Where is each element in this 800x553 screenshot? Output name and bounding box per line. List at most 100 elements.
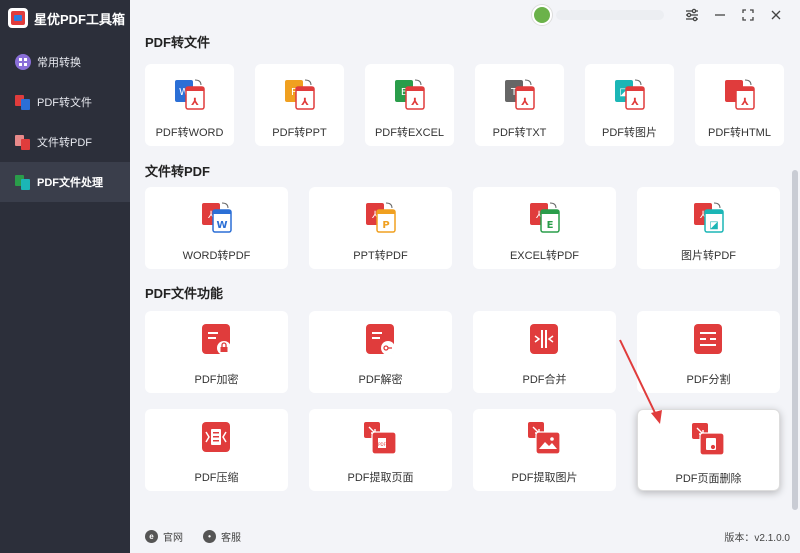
- sidebar-item-label: PDF转文件: [37, 97, 92, 109]
- version-label: 版本：v2.1.0.0: [724, 533, 790, 544]
- tool-card-label: 图片转PDF: [681, 250, 736, 262]
- tool-card[interactable]: T ⅄ PDF转TXT: [475, 64, 564, 146]
- pdf-functions-grid-row1: PDF加密 PDF解密 PDF合并 PDF分割: [145, 311, 800, 393]
- svg-text:⅄: ⅄: [631, 97, 639, 108]
- pdf-convert-icon: T ⅄: [503, 76, 537, 112]
- maximize-icon[interactable]: [734, 3, 762, 27]
- footer: e 官网 • 客服 版本：v2.1.0.0: [130, 520, 800, 553]
- sliders-icon[interactable]: [678, 3, 706, 27]
- user-name-redacted: [556, 10, 664, 20]
- svg-text:W: W: [216, 220, 227, 231]
- support-label: 客服: [221, 533, 241, 544]
- tool-card[interactable]: PDF PDF提取页面: [309, 409, 452, 491]
- pdf-delete-page-icon: [690, 422, 728, 458]
- tool-card-label: WORD转PDF: [182, 250, 251, 262]
- sidebar-item-label: PDF文件处理: [37, 177, 103, 189]
- minimize-icon[interactable]: [706, 3, 734, 27]
- tool-card[interactable]: PDF分割: [637, 311, 780, 393]
- svg-text:⅄: ⅄: [411, 97, 419, 108]
- pdf-convert-icon: W ⅄: [173, 76, 207, 112]
- tool-card-label: PDF转EXCEL: [374, 127, 445, 139]
- close-icon[interactable]: [762, 3, 790, 27]
- file-to-pdf-grid: ⅄ W WORD转PDF ⅄ P PPT转PDF ⅄ E EXCEL转PDF ⅄…: [145, 187, 800, 269]
- file-convert-icon: ⅄ W: [200, 199, 234, 235]
- chat-bubble-icon: •: [203, 530, 216, 543]
- section-title-pdf-to-file: PDF转文件: [145, 34, 211, 50]
- website-link[interactable]: e 官网: [145, 529, 183, 544]
- tool-card-label: PDF解密: [358, 374, 403, 386]
- tool-card[interactable]: PDF解密: [309, 311, 452, 393]
- tool-card-label: PDF加密: [194, 374, 239, 386]
- tool-card[interactable]: ⅄ E EXCEL转PDF: [473, 187, 616, 269]
- pdf-convert-icon: P ⅄: [283, 76, 317, 112]
- svg-text:PDF: PDF: [378, 442, 386, 447]
- svg-text:⅄: ⅄: [521, 97, 529, 108]
- pdf-compress-icon: [198, 421, 236, 457]
- website-label: 官网: [163, 533, 183, 544]
- file-convert-icon: ⅄ ◪: [692, 199, 726, 235]
- tool-card[interactable]: PDF提取图片: [473, 409, 616, 491]
- file-to-pdf-icon: [14, 133, 32, 151]
- tool-card[interactable]: PDF合并: [473, 311, 616, 393]
- tool-card-label: PDF转WORD: [155, 127, 224, 139]
- app-brand: 星优PDF工具箱: [0, 0, 130, 36]
- user-account[interactable]: [532, 5, 664, 25]
- svg-text:⅄: ⅄: [191, 97, 199, 108]
- title-bar: [130, 0, 800, 30]
- tool-card[interactable]: ⅄ PDF转HTML: [695, 64, 784, 146]
- tool-card[interactable]: E ⅄ PDF转EXCEL: [365, 64, 454, 146]
- tool-card-label: EXCEL转PDF: [509, 250, 580, 262]
- tool-card-label: PDF转TXT: [492, 127, 547, 139]
- pdf-extract-page-icon: PDF: [362, 421, 400, 457]
- sidebar-item-file-to-pdf[interactable]: 文件转PDF: [0, 122, 130, 162]
- pdf-to-file-grid: W ⅄ PDF转WORD P ⅄ PDF转PPT E ⅄ PDF转EXCEL T…: [145, 64, 800, 146]
- pdf-convert-icon: E ⅄: [393, 76, 427, 112]
- tool-card[interactable]: ⅄ ◪ 图片转PDF: [637, 187, 780, 269]
- tool-card[interactable]: PDF加密: [145, 311, 288, 393]
- tool-card[interactable]: PDF页面删除: [637, 409, 780, 491]
- svg-text:⅄: ⅄: [741, 97, 749, 108]
- svg-text:⅄: ⅄: [301, 97, 309, 108]
- tool-card-label: PDF转HTML: [708, 127, 771, 139]
- pdf-split-icon: [690, 323, 728, 359]
- tool-card-label: PPT转PDF: [353, 250, 408, 262]
- scrollbar[interactable]: [792, 170, 798, 510]
- pdf-process-icon: [14, 173, 32, 191]
- pdf-convert-icon: ⅄: [723, 76, 757, 112]
- app-title: 星优PDF工具箱: [34, 11, 126, 27]
- support-link[interactable]: • 客服: [203, 529, 241, 544]
- svg-text:E: E: [546, 220, 553, 231]
- tool-card[interactable]: ◪ ⅄ PDF转图片: [585, 64, 674, 146]
- file-convert-icon: ⅄ P: [364, 199, 398, 235]
- tool-card-label: PDF压缩: [194, 472, 239, 484]
- pdf-extract-image-icon: [526, 421, 564, 457]
- tool-card-label: PDF转图片: [602, 127, 657, 139]
- tool-card[interactable]: W ⅄ PDF转WORD: [145, 64, 234, 146]
- pdf-convert-icon: ◪ ⅄: [613, 76, 647, 112]
- avatar: [532, 5, 552, 25]
- sidebar-item-common[interactable]: 常用转换: [0, 42, 130, 82]
- tool-card-label: PDF提取图片: [511, 472, 578, 484]
- sidebar-item-pdf-to-file[interactable]: PDF转文件: [0, 82, 130, 122]
- section-title-file-to-pdf: 文件转PDF: [145, 163, 211, 179]
- tool-card-label: PDF页面删除: [675, 473, 742, 485]
- sidebar: 星优PDF工具箱 常用转换 PDF转文件 文件转PDF PDF文件处理: [0, 0, 130, 553]
- app-logo-icon: [8, 8, 28, 28]
- tool-card-label: PDF提取页面: [347, 472, 414, 484]
- pdf-merge-icon: [526, 323, 564, 359]
- tool-card[interactable]: P ⅄ PDF转PPT: [255, 64, 344, 146]
- pdf-key-icon: [362, 323, 400, 359]
- ie-globe-icon: e: [145, 530, 158, 543]
- svg-text:◪: ◪: [709, 220, 718, 231]
- sidebar-item-pdf-process[interactable]: PDF文件处理: [0, 162, 130, 202]
- tool-card[interactable]: PDF压缩: [145, 409, 288, 491]
- svg-text:P: P: [382, 220, 389, 231]
- tool-card[interactable]: ⅄ P PPT转PDF: [309, 187, 452, 269]
- pdf-to-file-icon: [14, 93, 32, 111]
- grid-icon: [14, 53, 32, 71]
- section-title-pdf-functions: PDF文件功能: [145, 285, 224, 301]
- tool-card[interactable]: ⅄ W WORD转PDF: [145, 187, 288, 269]
- tool-card-label: PDF转PPT: [272, 127, 327, 139]
- main-content: PDF转文件 W ⅄ PDF转WORD P ⅄ PDF转PPT E ⅄ PDF转…: [130, 30, 800, 520]
- sidebar-item-label: 常用转换: [37, 57, 81, 69]
